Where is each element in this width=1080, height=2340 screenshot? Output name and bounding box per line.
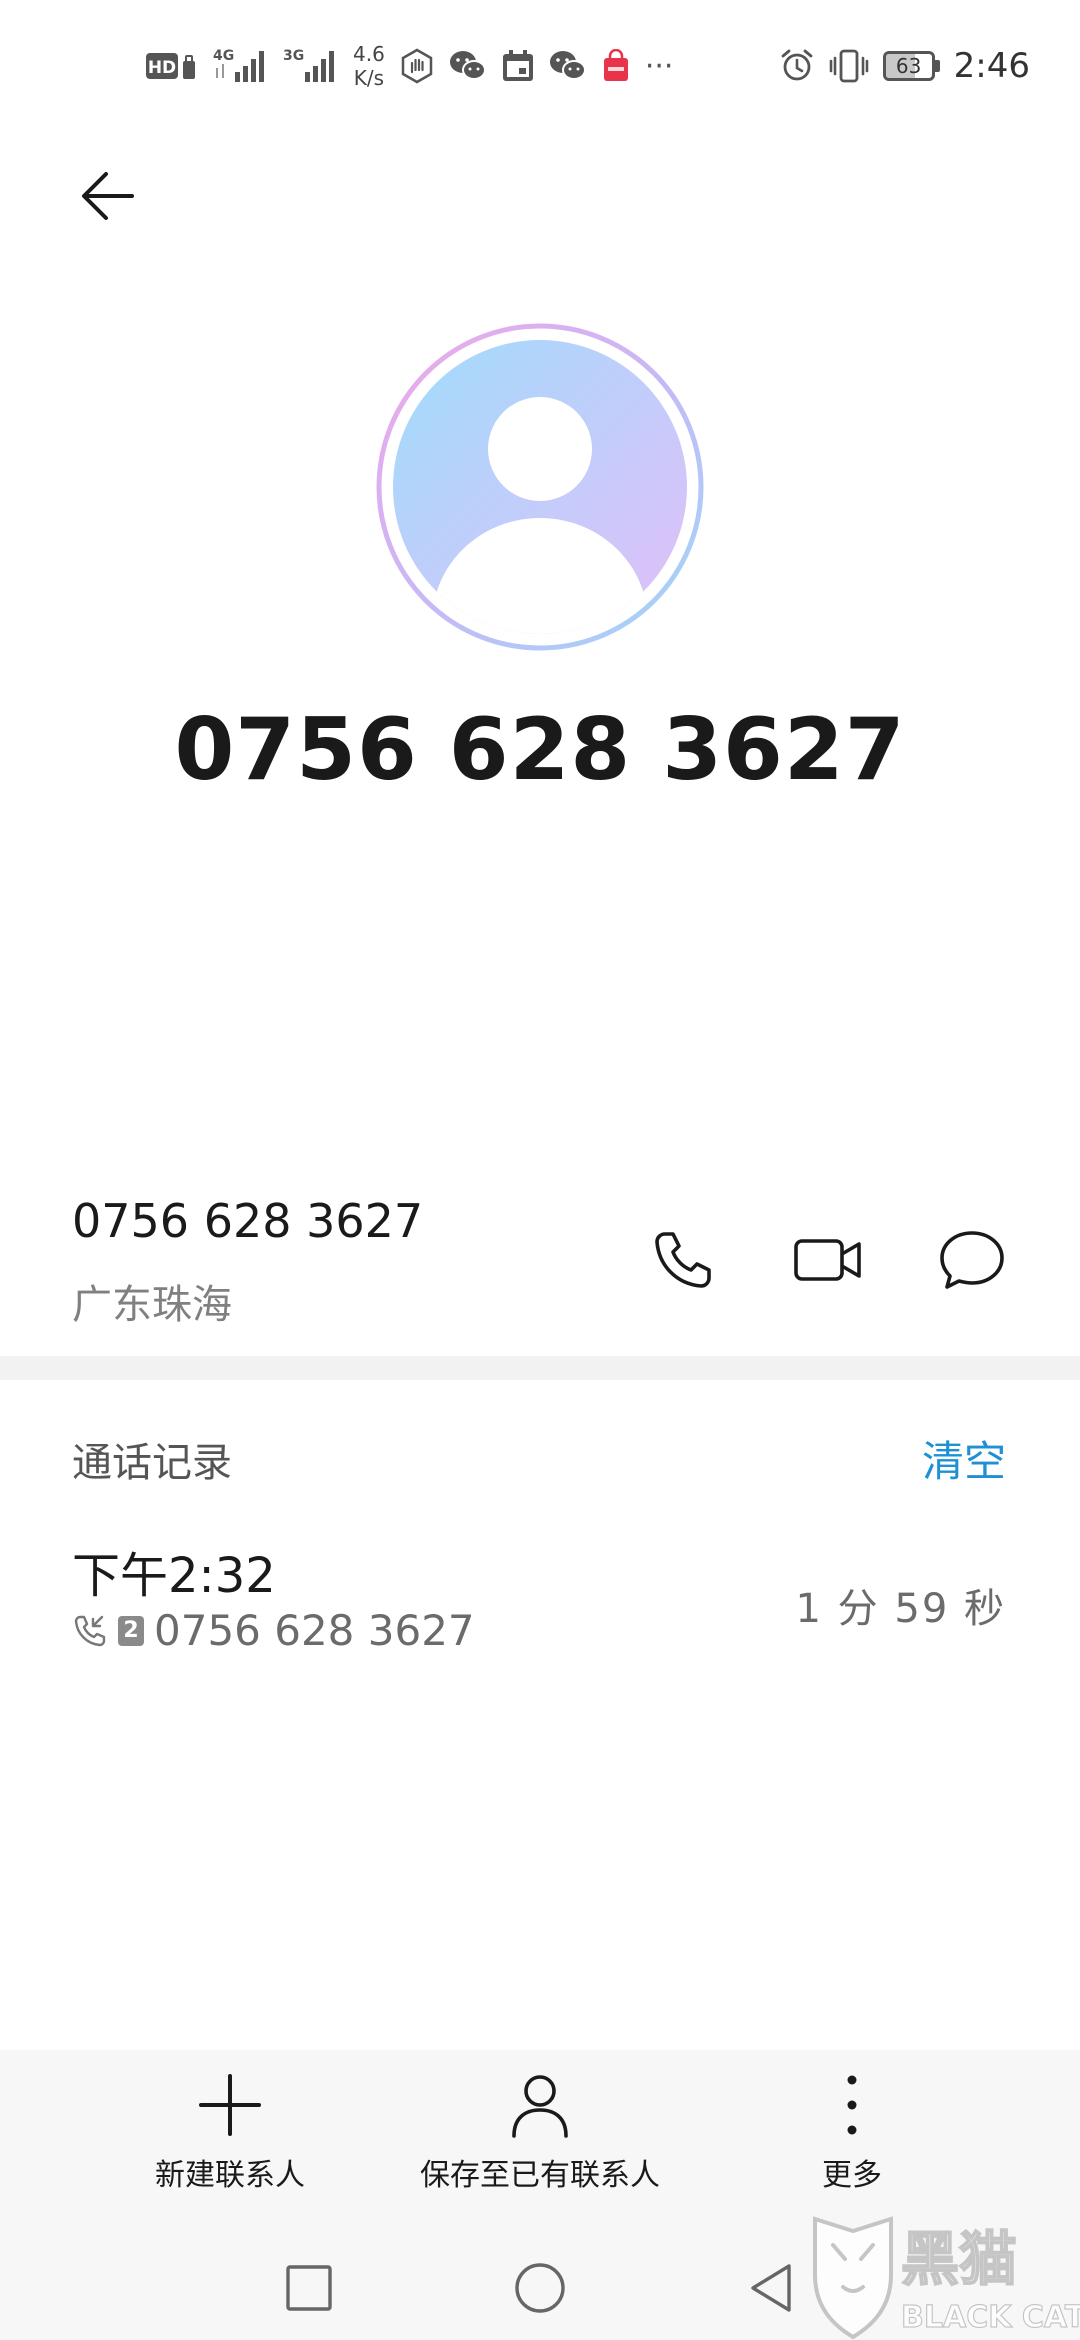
triangle-back-icon (751, 2264, 791, 2312)
more-notifications-icon: ··· (644, 48, 674, 84)
person-icon (512, 2075, 568, 2138)
alarm-icon (779, 48, 815, 84)
message-button[interactable] (932, 1220, 1012, 1300)
clear-call-log-button[interactable]: 清空 (922, 1428, 1006, 1489)
video-camera-icon (794, 1239, 861, 1281)
more-label: 更多 (822, 2158, 882, 2193)
plus-icon (199, 2074, 261, 2136)
call-log-details: 2 0756 628 3627 (72, 1606, 475, 1655)
save-to-existing-contact-label: 保存至已有联系人 (420, 2158, 660, 2193)
call-log-time: 下午2:32 (72, 1548, 276, 1604)
back-nav-button[interactable] (735, 2253, 805, 2323)
square-icon (286, 2265, 332, 2311)
new-contact-button[interactable]: 新建联系人 (140, 2070, 320, 2194)
status-bar: HD 4G 3G 4.6 K/s ··· 63 2:46 (0, 0, 1080, 132)
signal-3g-label: 3G (283, 48, 304, 64)
hd-icon: HD (145, 50, 199, 82)
call-log-item[interactable]: 下午2:32 2 0756 628 3627 1 分 59 秒 (0, 1530, 1080, 1670)
battery-body: 63 (882, 51, 935, 81)
network-speed: 4.6 K/s (353, 42, 385, 90)
back-button[interactable] (70, 158, 146, 234)
network-speed-value: 4.6 (353, 42, 385, 66)
call-log-duration: 1 分 59 秒 (795, 1586, 1006, 1632)
contact-detail-screen: HD 4G 3G 4.6 K/s ··· 63 2:46 0756 628 36… (0, 0, 1080, 2340)
black-cat-logo-icon: 黑猫 BLACK CAT (813, 2216, 1080, 2340)
status-right: 63 2:46 (779, 46, 1030, 86)
battery-icon: 63 (882, 51, 940, 81)
call-log-title: 通话记录 (72, 1440, 232, 1486)
contact-avatar (375, 322, 705, 652)
more-button[interactable]: 更多 (782, 2070, 922, 2194)
number-row[interactable]: 0756 628 3627 广东珠海 (0, 1180, 1080, 1350)
section-divider (0, 1356, 1080, 1380)
incoming-call-icon (74, 1615, 106, 1646)
save-to-existing-contact-button[interactable]: 保存至已有联系人 (400, 2070, 680, 2194)
phone-icon (655, 1232, 711, 1288)
home-button[interactable] (505, 2253, 575, 2323)
watermark-en-text: BLACK CAT (901, 2300, 1080, 2335)
phone-number: 0756 628 3627 (72, 1194, 424, 1248)
arrow-left-icon (82, 172, 134, 220)
default-avatar-icon (376, 323, 704, 651)
battery-tip (934, 60, 940, 72)
network-speed-unit: K/s (353, 66, 385, 90)
status-clock: 2:46 (953, 46, 1030, 86)
hand-icon (399, 48, 435, 84)
more-vertical-icon (847, 2075, 857, 2135)
vibrate-icon (829, 48, 869, 84)
wechat-icon (449, 49, 487, 83)
signal-4g-label: 4G (213, 48, 234, 64)
black-cat-watermark: 黑猫 BLACK CAT (805, 2215, 1080, 2340)
battery-level-text: 63 (895, 54, 922, 78)
contact-title-number: 0756 628 3627 (174, 700, 906, 800)
hd-badge-text: HD (148, 58, 176, 78)
sim-2-badge: 2 (118, 1615, 144, 1646)
circle-icon (515, 2263, 565, 2313)
message-bubble-icon (940, 1231, 1004, 1289)
shopping-bag-icon (601, 49, 631, 83)
wechat-icon (549, 49, 587, 83)
phone-location: 广东珠海 (72, 1282, 232, 1328)
signal-3g-icon: 3G (283, 46, 339, 86)
call-button[interactable] (643, 1220, 723, 1300)
status-left: HD 4G 3G 4.6 K/s ··· (145, 42, 673, 90)
video-call-button[interactable] (788, 1220, 868, 1300)
watermark-cn-text: 黑猫 (901, 2225, 1017, 2293)
recent-apps-button[interactable] (274, 2253, 344, 2323)
new-contact-label: 新建联系人 (155, 2158, 305, 2193)
signal-4g-icon: 4G (213, 46, 269, 86)
call-log-number: 0756 628 3627 (154, 1606, 475, 1655)
calendar-icon (501, 49, 535, 83)
